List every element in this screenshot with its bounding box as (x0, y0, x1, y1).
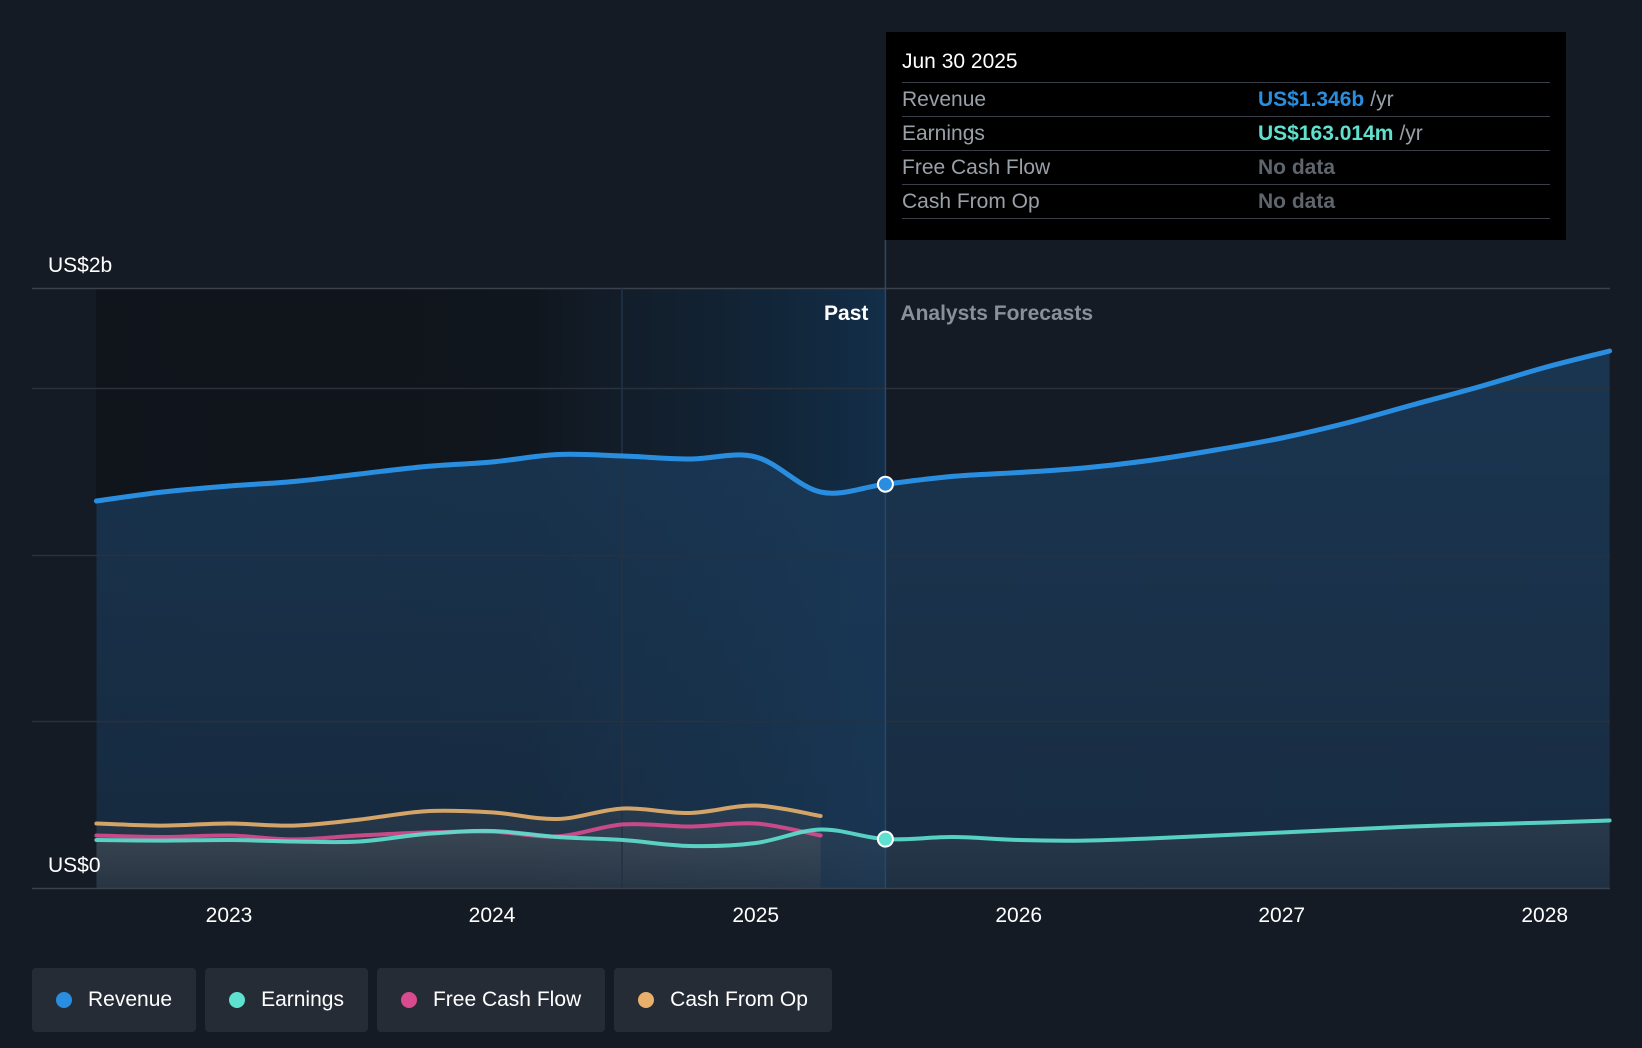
tooltip-unit: /yr (1399, 121, 1423, 145)
tooltip-value: No data (1258, 155, 1336, 179)
earnings-point (876, 830, 894, 848)
tooltip-row-free-cash-flow: Free Cash Flow No data (902, 150, 1550, 184)
revenue-point (876, 475, 894, 493)
tooltip-row-revenue: Revenue US$1.346b /yr (902, 82, 1550, 116)
tooltip-date: Jun 30 2025 (902, 50, 1018, 73)
tooltip-label: Free Cash Flow (902, 155, 1051, 179)
legend-label: Cash From Op (670, 988, 808, 1011)
y-axis-label-bottom: US$0 (48, 854, 101, 877)
past-label: Past (824, 302, 868, 325)
legend-label: Earnings (261, 988, 344, 1011)
x-tick-label: 2028 (1521, 904, 1568, 927)
free-cash-flow-dot-icon (400, 992, 417, 1008)
legend-item-free-cash-flow[interactable]: Free Cash Flow (376, 968, 606, 1032)
tooltip-row-earnings: Earnings US$163.014m /yr (902, 116, 1550, 150)
x-tick-label: 2026 (995, 904, 1042, 927)
x-tick-label: 2024 (469, 904, 516, 927)
tooltip: Jun 30 2025 Revenue US$1.346b /yr Earnin… (886, 32, 1566, 240)
tooltip-value: No data (1258, 189, 1336, 213)
legend-label: Free Cash Flow (432, 988, 582, 1011)
legend-item-cash-from-op[interactable]: Cash From Op (614, 968, 832, 1032)
legend-label: Revenue (88, 988, 173, 1011)
earnings-dot-icon (229, 992, 246, 1008)
legend: Revenue Earnings Free Cash Flow Cash Fro… (32, 968, 832, 1032)
x-tick-label: 2023 (206, 904, 253, 927)
tooltip-value: US$163.014m (1258, 121, 1394, 145)
tooltip-unit: /yr (1370, 87, 1394, 111)
y-axis-label-top: US$2b (48, 254, 112, 277)
tooltip-label: Revenue (902, 87, 987, 111)
cash-from-op-dot-icon (638, 992, 655, 1008)
tooltip-label: Cash From Op (902, 189, 1040, 213)
legend-item-revenue[interactable]: Revenue (32, 968, 197, 1032)
tooltip-row-cash-from-op: Cash From Op No data (902, 184, 1550, 219)
revenue-dot-icon (56, 992, 72, 1008)
legend-item-earnings[interactable]: Earnings (205, 968, 368, 1032)
forecast-label: Analysts Forecasts (900, 302, 1093, 325)
x-tick-label: 2025 (732, 904, 779, 927)
tooltip-label: Earnings (902, 121, 985, 145)
tooltip-value: US$1.346b (1258, 87, 1365, 111)
x-tick-label: 2027 (1258, 904, 1305, 927)
